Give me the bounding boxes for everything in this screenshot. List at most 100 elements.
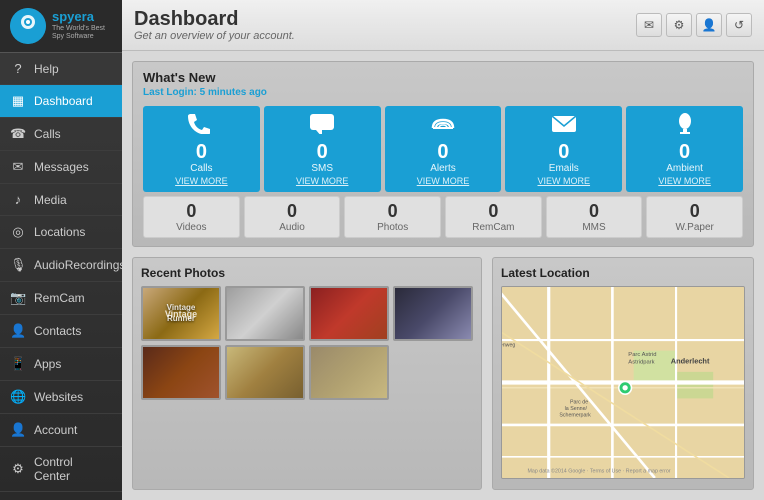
stat-sms: 0 SMS VIEW MORE — [264, 106, 381, 192]
sidebar-item-audiorecordings[interactable]: 🎙 AudioRecordings — [0, 249, 122, 282]
photo-thumb-7[interactable] — [309, 345, 389, 400]
videos-label: Videos — [176, 222, 206, 233]
sidebar-label-websites: Websites — [34, 390, 83, 404]
emails-view-more[interactable]: VIEW MORE — [538, 176, 591, 186]
svg-text:Map data ©2014 Google · Terms: Map data ©2014 Google · Terms of Use · R… — [528, 468, 671, 475]
brand-tagline: The World's Best Spy Software — [52, 25, 112, 42]
ambient-stat-value: 0 — [679, 142, 690, 162]
sidebar-item-alerts[interactable]: 🔔 Alerts — [0, 492, 122, 500]
sidebar-item-help[interactable]: ? Help — [0, 53, 122, 85]
calls-icon: ☎ — [10, 126, 26, 142]
page-subtitle: Get an overview of your account. — [134, 30, 295, 42]
topbar: Dashboard Get an overview of your accoun… — [122, 0, 764, 51]
sidebar-item-controlcenter[interactable]: ⚙ Control Center — [0, 447, 122, 492]
remcam-label: RemCam — [472, 222, 514, 233]
calls-stat-value: 0 — [196, 142, 207, 162]
main-content: Dashboard Get an overview of your accoun… — [122, 0, 764, 500]
logo-text-block: spyera The World's Best Spy Software — [52, 10, 112, 41]
remcam-icon: 📷 — [10, 290, 26, 306]
stat-alerts: 0 Alerts VIEW MORE — [385, 106, 502, 192]
photos-value: 0 — [388, 201, 398, 222]
stat-photos: 0 Photos — [344, 196, 441, 238]
audio-icon: 🎙 — [10, 257, 26, 273]
refresh-button[interactable]: ↺ — [726, 13, 752, 37]
contacts-icon: 👤 — [10, 323, 26, 339]
photo-thumb-4[interactable] — [393, 286, 473, 341]
photo-thumb-6[interactable] — [225, 345, 305, 400]
stat-videos: 0 Videos — [143, 196, 240, 238]
stat-mms: 0 MMS — [546, 196, 643, 238]
alerts-stat-value: 0 — [437, 142, 448, 162]
photos-row-1: VintageRunner — [141, 286, 473, 341]
sidebar-item-media[interactable]: ♪ Media — [0, 184, 122, 216]
sms-stat-icon — [308, 112, 336, 140]
sidebar-item-dashboard[interactable]: ▦ Dashboard — [0, 85, 122, 118]
last-login-label: Last Login: — [143, 87, 197, 98]
sidebar-item-remcam[interactable]: 📷 RemCam — [0, 282, 122, 315]
sidebar-label-account: Account — [34, 423, 77, 437]
sidebar-label-media: Media — [34, 193, 67, 207]
stats-row-primary: 0 Calls VIEW MORE 0 SMS VIEW MORE — [143, 106, 743, 192]
locations-icon: ◎ — [10, 224, 26, 240]
whats-new-panel: What's New Last Login: 5 minutes ago 0 C… — [132, 61, 754, 247]
latest-location-title: Latest Location — [501, 266, 745, 280]
photo-thumb-2[interactable] — [225, 286, 305, 341]
sidebar-item-calls[interactable]: ☎ Calls — [0, 118, 122, 151]
emails-stat-icon — [550, 112, 578, 140]
emails-stat-label: Emails — [549, 163, 579, 174]
sms-view-more[interactable]: VIEW MORE — [296, 176, 349, 186]
calls-stat-icon — [187, 112, 215, 140]
media-icon: ♪ — [10, 192, 26, 207]
ambient-view-more[interactable]: VIEW MORE — [658, 176, 711, 186]
last-login-value: 5 minutes ago — [200, 87, 267, 98]
sidebar-item-account[interactable]: 👤 Account — [0, 414, 122, 447]
audio-label: Audio — [279, 222, 305, 233]
remcam-value: 0 — [488, 201, 498, 222]
svg-text:Parc Astrid: Parc Astrid — [628, 352, 656, 358]
mms-value: 0 — [589, 201, 599, 222]
svg-text:Ninoofseteenweg: Ninoofseteenweg — [502, 342, 515, 348]
photos-label: Photos — [377, 222, 408, 233]
recent-photos-title: Recent Photos — [141, 266, 473, 280]
sidebar-item-messages[interactable]: ✉ Messages — [0, 151, 122, 184]
sidebar-label-controlcenter: Control Center — [34, 455, 112, 483]
stat-calls: 0 Calls VIEW MORE — [143, 106, 260, 192]
sidebar-item-locations[interactable]: ◎ Locations — [0, 216, 122, 249]
sidebar-label-calls: Calls — [34, 127, 61, 141]
latest-location-panel: Latest Location — [492, 257, 754, 490]
sidebar-item-apps[interactable]: 📱 Apps — [0, 348, 122, 381]
whats-new-subtitle: Last Login: 5 minutes ago — [143, 87, 743, 98]
sidebar-item-websites[interactable]: 🌐 Websites — [0, 381, 122, 414]
sidebar-label-locations: Locations — [34, 225, 85, 239]
photo-thumb-3[interactable] — [309, 286, 389, 341]
apps-icon: 📱 — [10, 356, 26, 372]
sidebar: spyera The World's Best Spy Software ? H… — [0, 0, 122, 500]
stat-wpaper: 0 W.Paper — [646, 196, 743, 238]
map-container[interactable]: Dilbeek Ninoofseteenweg N8 Anderlecht Pa… — [501, 286, 745, 479]
bottom-panels: Recent Photos VintageRunner — [132, 257, 754, 490]
dashboard-icon: ▦ — [10, 93, 26, 109]
whats-new-title: What's New — [143, 70, 743, 85]
calls-view-more[interactable]: VIEW MORE — [175, 176, 228, 186]
photo-thumb-5[interactable] — [141, 345, 221, 400]
stat-emails: 0 Emails VIEW MORE — [505, 106, 622, 192]
settings-button[interactable]: ⚙ — [666, 13, 692, 37]
alerts-view-more[interactable]: VIEW MORE — [417, 176, 470, 186]
messages-icon: ✉ — [10, 159, 26, 175]
brand-name: spyera — [52, 10, 112, 24]
photo-thumb-1[interactable]: VintageRunner — [141, 286, 221, 341]
ambient-stat-label: Ambient — [666, 163, 703, 174]
sms-stat-label: SMS — [311, 163, 333, 174]
email-button[interactable]: ✉ — [636, 13, 662, 37]
sidebar-label-messages: Messages — [34, 160, 89, 174]
stats-row-secondary: 0 Videos 0 Audio 0 Photos 0 RemCam 0 M — [143, 196, 743, 238]
content-area: What's New Last Login: 5 minutes ago 0 C… — [122, 51, 764, 500]
sidebar-label-contacts: Contacts — [34, 324, 81, 338]
page-title: Dashboard — [134, 8, 295, 30]
user-button[interactable]: 👤 — [696, 13, 722, 37]
alerts-stat-icon — [429, 112, 457, 140]
help-icon: ? — [10, 61, 26, 76]
calls-stat-label: Calls — [190, 163, 212, 174]
sidebar-item-contacts[interactable]: 👤 Contacts — [0, 315, 122, 348]
ambient-stat-icon — [671, 112, 699, 140]
